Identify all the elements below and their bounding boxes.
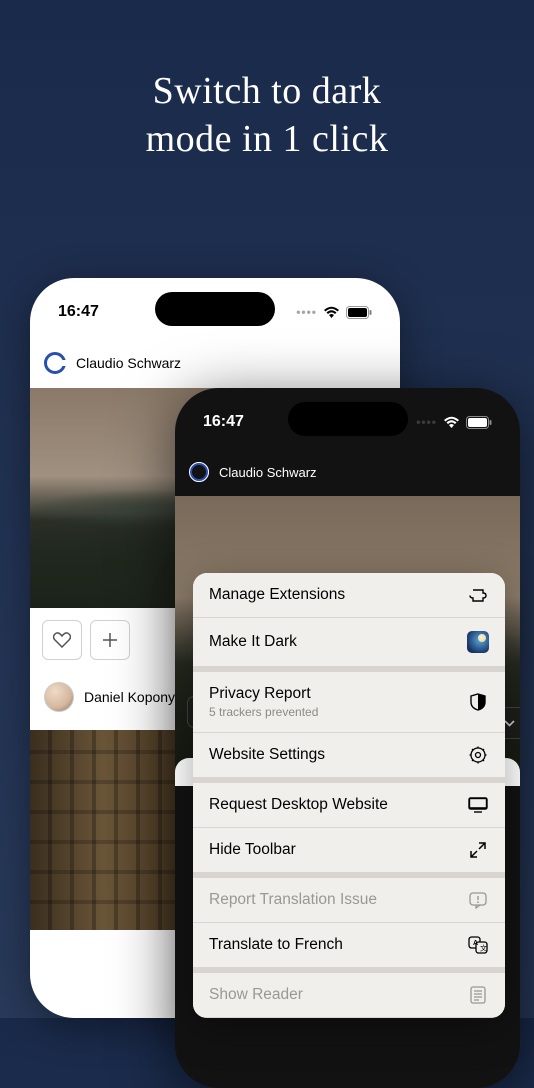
status-indicators: •••• [416,415,492,429]
menu-label: Privacy Report [209,685,318,703]
menu-label: Website Settings [209,746,325,764]
wifi-icon [323,306,340,319]
menu-item-hide-toolbar[interactable]: Hide Toolbar [193,828,505,878]
gear-icon [467,746,489,764]
user-avatar [44,682,74,712]
menu-label: Show Reader [209,986,303,1004]
menu-item-show-reader: Show Reader [193,973,505,1018]
site-logo-icon [189,462,209,482]
site-logo-icon [44,352,66,374]
shield-icon [467,693,489,711]
menu-item-make-it-dark[interactable]: Make It Dark [193,618,505,672]
menu-label: Translate to French [209,936,343,954]
site-author: Claudio Schwarz [76,355,181,371]
dynamic-island [288,402,408,436]
menu-item-privacy-report[interactable]: Privacy Report 5 trackers prevented [193,672,505,733]
battery-icon [346,306,372,319]
reader-icon [467,986,489,1004]
user-name: Daniel Koponya [84,689,183,705]
desktop-icon [467,797,489,813]
expand-icon [467,842,489,858]
status-indicators: •••• [296,305,372,319]
translate-icon: A文 [467,936,489,954]
plus-icon [102,632,118,648]
menu-item-website-settings[interactable]: Website Settings [193,733,505,783]
menu-label: Make It Dark [209,633,297,651]
menu-label: Hide Toolbar [209,841,296,859]
cellular-icon: •••• [416,415,437,429]
site-author: Claudio Schwarz [219,465,317,480]
menu-item-manage-extensions[interactable]: Manage Extensions [193,573,505,618]
menu-label: Report Translation Issue [209,891,377,909]
add-button[interactable] [90,620,130,660]
menu-label: Manage Extensions [209,586,345,604]
menu-sublabel: 5 trackers prevented [209,705,318,719]
menu-item-report-translation: Report Translation Issue [193,878,505,923]
puzzle-icon [467,587,489,604]
marketing-headline: Switch to dark mode in 1 click [0,68,534,163]
chevron-down-icon [504,720,515,727]
page-actions-menu: Manage Extensions Make It Dark Privacy R… [193,573,505,1018]
cellular-icon: •••• [296,305,317,319]
svg-text:文: 文 [480,944,487,953]
menu-item-desktop-website[interactable]: Request Desktop Website [193,783,505,828]
svg-text:A: A [473,940,478,947]
menu-label: Request Desktop Website [209,796,388,814]
app-badge-icon [467,631,489,653]
dynamic-island [155,292,275,326]
like-button[interactable] [42,620,82,660]
heart-icon [53,632,71,648]
menu-item-translate[interactable]: Translate to French A文 [193,923,505,973]
report-bubble-icon [467,892,489,909]
wifi-icon [443,416,460,429]
status-time: 16:47 [58,303,99,321]
status-time: 16:47 [203,413,244,431]
battery-icon [466,416,492,429]
